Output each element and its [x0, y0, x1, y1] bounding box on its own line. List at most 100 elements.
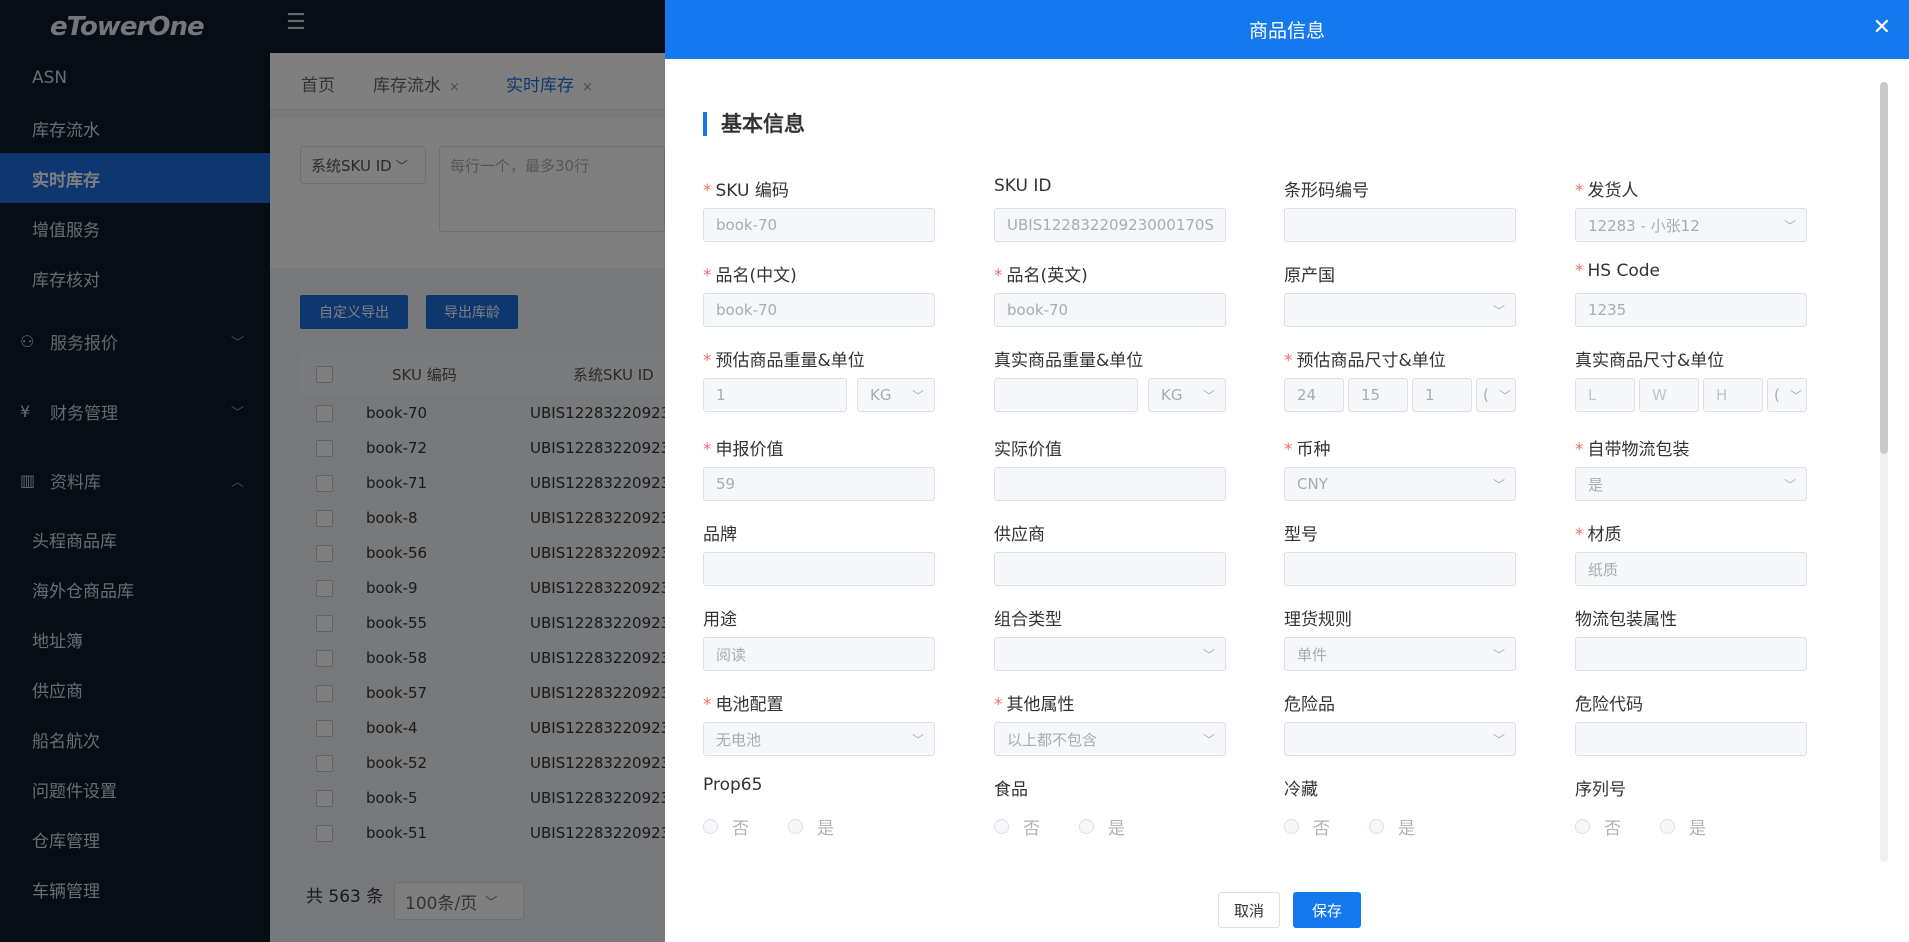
- real-size-unit-select[interactable]: (﹀: [1767, 378, 1807, 412]
- origin-select[interactable]: ﹀: [1284, 293, 1516, 327]
- name-cn-input[interactable]: book-70: [703, 293, 935, 327]
- field-label: * 币种: [1284, 440, 1331, 460]
- tally-rule-select[interactable]: 单件 ﹀: [1284, 637, 1516, 671]
- material-input[interactable]: 纸质: [1575, 552, 1807, 586]
- serial-no-radio[interactable]: 否: [1575, 814, 1621, 839]
- real-weight-input[interactable]: [994, 378, 1138, 412]
- field-label: * 其他属性: [994, 695, 1075, 715]
- hs-code-input[interactable]: 1235: [1575, 293, 1807, 327]
- chevron-down-icon: ﹀: [1783, 219, 1796, 233]
- dangerous-goods-select[interactable]: ﹀: [1284, 722, 1516, 756]
- chevron-down-icon: ﹀: [1492, 304, 1505, 318]
- battery-select[interactable]: 无电池 ﹀: [703, 722, 935, 756]
- radio-circle: [1079, 819, 1094, 834]
- est-length-input[interactable]: 24: [1284, 378, 1344, 412]
- est-weight-unit-select[interactable]: KG ﹀: [857, 378, 935, 412]
- declared-value-input[interactable]: 59: [703, 467, 935, 501]
- cold-yes-radio[interactable]: 是: [1369, 814, 1415, 839]
- name-en-input[interactable]: book-70: [994, 293, 1226, 327]
- field-label: Prop65: [703, 775, 763, 795]
- field-label: * 品名(中文): [703, 266, 797, 286]
- prop65-no-radio[interactable]: 否: [703, 814, 749, 839]
- radio-circle: [1284, 819, 1299, 834]
- chevron-down-icon: ﹀: [1789, 389, 1802, 403]
- close-icon[interactable]: ✕: [1873, 15, 1891, 40]
- select-value: (: [1774, 386, 1780, 404]
- field-label: 品牌: [703, 525, 737, 545]
- chevron-down-icon: ﹀: [1783, 478, 1796, 492]
- prop65-yes-radio[interactable]: 是: [788, 814, 834, 839]
- field-label: * 发货人: [1575, 181, 1639, 201]
- field-label: 危险代码: [1575, 695, 1643, 715]
- select-value: 12283 - 小张12: [1588, 216, 1700, 235]
- chevron-down-icon: ﹀: [1492, 648, 1505, 662]
- cold-no-radio[interactable]: 否: [1284, 814, 1330, 839]
- field-label: 供应商: [994, 525, 1045, 545]
- pack-attr-input[interactable]: [1575, 637, 1807, 671]
- food-no-radio[interactable]: 否: [994, 814, 1040, 839]
- chevron-down-icon: ﹀: [911, 389, 924, 403]
- est-width-input[interactable]: 15: [1348, 378, 1408, 412]
- select-value: 以上都不包含: [1007, 730, 1098, 749]
- chevron-down-icon: ﹀: [911, 733, 924, 747]
- own-package-select[interactable]: 是 ﹀: [1575, 467, 1807, 501]
- supplier-input[interactable]: [994, 552, 1226, 586]
- danger-code-input[interactable]: [1575, 722, 1807, 756]
- field-label: 组合类型: [994, 610, 1062, 630]
- chevron-down-icon: ﹀: [1202, 389, 1215, 403]
- select-value: 无电池: [716, 730, 762, 749]
- modal-overlay[interactable]: [0, 0, 665, 942]
- field-label: 危险品: [1284, 695, 1335, 715]
- real-weight-unit-select[interactable]: KG ﹀: [1148, 378, 1226, 412]
- field-label: 实际价值: [994, 440, 1062, 460]
- chevron-down-icon: ﹀: [1492, 478, 1505, 492]
- drawer-footer: [665, 862, 1909, 942]
- product-info-drawer: 商品信息 ✕ 基本信息 * SKU 编码 book-70 SKU ID UBIS1…: [665, 0, 1909, 942]
- food-yes-radio[interactable]: 是: [1079, 814, 1125, 839]
- shipper-select[interactable]: 12283 - 小张12 ﹀: [1575, 208, 1807, 242]
- usage-input[interactable]: 阅读: [703, 637, 935, 671]
- select-value: KG: [870, 386, 892, 404]
- field-label: * 电池配置: [703, 695, 784, 715]
- drawer-header: 商品信息 ✕: [665, 0, 1909, 59]
- select-value: 是: [1588, 475, 1604, 494]
- serial-yes-radio[interactable]: 是: [1660, 814, 1706, 839]
- model-input[interactable]: [1284, 552, 1516, 586]
- actual-value-input[interactable]: [994, 467, 1226, 501]
- field-label: 食品: [994, 780, 1028, 800]
- save-button[interactable]: 保存: [1293, 892, 1361, 928]
- chevron-down-icon: ﹀: [1202, 648, 1215, 662]
- select-value: CNY: [1297, 475, 1328, 493]
- cancel-button[interactable]: 取消: [1218, 892, 1280, 928]
- real-width-input[interactable]: W: [1639, 378, 1699, 412]
- combo-type-select[interactable]: ﹀: [994, 637, 1226, 671]
- real-length-input[interactable]: L: [1575, 378, 1635, 412]
- other-attr-select[interactable]: 以上都不包含 ﹀: [994, 722, 1226, 756]
- drawer-scrollbar-thumb[interactable]: [1880, 82, 1888, 454]
- field-label: * 申报价值: [703, 440, 784, 460]
- est-size-unit-select[interactable]: (﹀: [1476, 378, 1516, 412]
- chevron-down-icon: ﹀: [1202, 733, 1215, 747]
- currency-select[interactable]: CNY ﹀: [1284, 467, 1516, 501]
- input-placeholder: W: [1652, 386, 1667, 404]
- field-label: 型号: [1284, 525, 1318, 545]
- real-height-input[interactable]: H: [1703, 378, 1763, 412]
- select-value: KG: [1161, 386, 1183, 404]
- sku-id-input[interactable]: UBIS12283220923000170S: [994, 208, 1226, 242]
- radio-circle: [1660, 819, 1675, 834]
- est-weight-input[interactable]: 1: [703, 378, 847, 412]
- field-label: 条形码编号: [1284, 181, 1369, 201]
- chevron-down-icon: ﹀: [1498, 389, 1511, 403]
- field-label: 序列号: [1575, 780, 1626, 800]
- field-label: 真实商品尺寸&单位: [1575, 351, 1725, 371]
- sku-code-input[interactable]: book-70: [703, 208, 935, 242]
- drawer-title: 商品信息: [1248, 20, 1325, 42]
- brand-input[interactable]: [703, 552, 935, 586]
- field-label: * 品名(英文): [994, 266, 1088, 286]
- barcode-input[interactable]: [1284, 208, 1516, 242]
- est-height-input[interactable]: 1: [1412, 378, 1472, 412]
- section-title: 基本信息: [703, 112, 805, 136]
- field-label: SKU ID: [994, 176, 1052, 196]
- select-value: (: [1483, 386, 1489, 404]
- field-label: * 预估商品尺寸&单位: [1284, 351, 1446, 371]
